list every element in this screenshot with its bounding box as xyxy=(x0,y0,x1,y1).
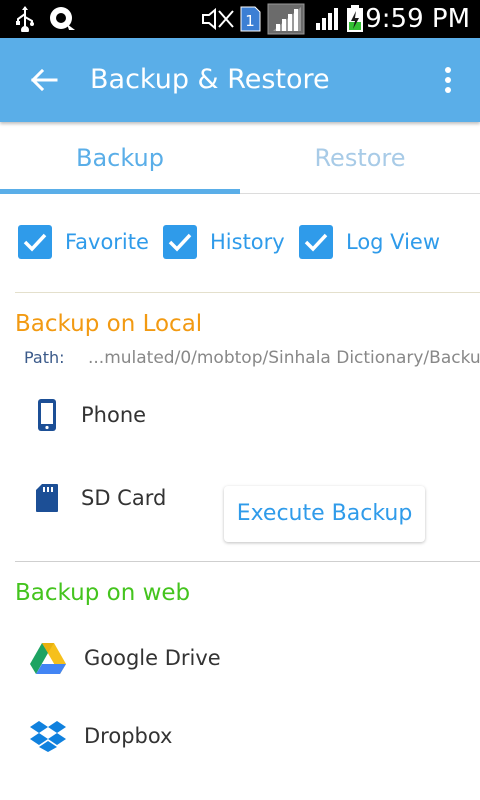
tab-restore[interactable]: Restore xyxy=(240,124,480,194)
status-bar: 1 9:59 PM xyxy=(0,0,480,38)
google-drive-icon xyxy=(16,642,80,674)
sim-icon: 1 xyxy=(238,0,262,38)
signal-icon xyxy=(266,0,306,38)
option-phone[interactable]: Phone xyxy=(0,395,480,435)
tab-bar: Backup Restore xyxy=(0,124,480,194)
checkbox-favorite[interactable]: Favorite xyxy=(18,222,149,262)
divider xyxy=(15,561,480,562)
checkbox-checked-icon[interactable] xyxy=(18,225,52,259)
option-dropbox[interactable]: Dropbox xyxy=(0,716,480,756)
tab-indicator xyxy=(0,189,240,194)
path-label: Path: xyxy=(24,348,65,367)
page-title: Backup & Restore xyxy=(90,64,330,95)
dropbox-icon xyxy=(16,720,80,752)
battery-charging-icon xyxy=(344,0,366,38)
execute-backup-button[interactable]: Execute Backup xyxy=(224,486,425,542)
app-bar: Backup & Restore xyxy=(0,38,480,122)
checkbox-label: History xyxy=(210,230,285,254)
option-google-drive[interactable]: Google Drive xyxy=(0,638,480,678)
signal-icon-2 xyxy=(314,0,340,38)
more-vert-icon[interactable] xyxy=(436,58,460,102)
tab-backup[interactable]: Backup xyxy=(0,124,240,194)
notification-icon xyxy=(46,0,78,38)
data-type-checkboxes: Favorite History Log View xyxy=(0,222,480,262)
checkbox-checked-icon[interactable] xyxy=(299,225,333,259)
checkbox-log-view[interactable]: Log View xyxy=(299,222,440,262)
arrow-back-icon[interactable] xyxy=(22,58,66,102)
option-label: Phone xyxy=(81,403,147,427)
svg-text:1: 1 xyxy=(245,12,255,30)
option-label: Google Drive xyxy=(84,646,221,670)
option-label: SD Card xyxy=(81,486,167,510)
checkbox-label: Favorite xyxy=(65,230,149,254)
option-label: Dropbox xyxy=(84,724,173,748)
usb-icon xyxy=(12,0,38,38)
checkbox-history[interactable]: History xyxy=(163,222,285,262)
mute-icon xyxy=(200,0,236,38)
checkbox-label: Log View xyxy=(346,230,441,254)
phone-icon xyxy=(15,398,79,432)
path-value: ...mulated/0/mobtop/Sinhala Dictionary/B… xyxy=(88,348,480,368)
sd-card-icon xyxy=(15,483,79,513)
checkbox-checked-icon[interactable] xyxy=(163,225,197,259)
section-heading-web: Backup on web xyxy=(15,580,191,606)
clock: 9:59 PM xyxy=(365,4,470,34)
divider xyxy=(15,292,480,293)
section-heading-local: Backup on Local xyxy=(15,311,203,337)
